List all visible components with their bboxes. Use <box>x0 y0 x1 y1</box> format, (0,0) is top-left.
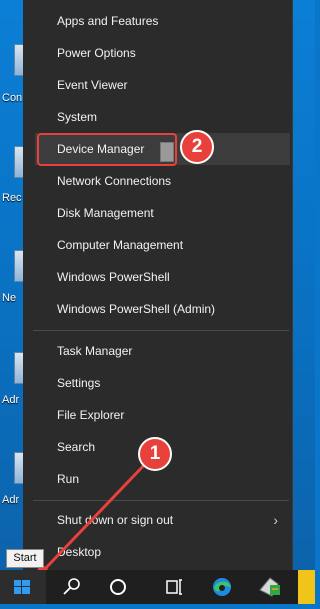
step-2-badge: 2 <box>180 130 214 164</box>
taskbar-search-button[interactable] <box>50 570 94 604</box>
cortana-button[interactable] <box>96 570 140 604</box>
search-icon <box>63 578 80 595</box>
task-view-icon <box>166 579 182 595</box>
start-tooltip: Start <box>6 549 44 568</box>
app-icon <box>259 577 280 597</box>
edge-icon <box>213 578 231 596</box>
annotation-arrow <box>34 459 150 582</box>
edge-taskbar-button[interactable] <box>200 570 244 604</box>
windows-start-icon <box>14 580 30 594</box>
step-1-badge: 1 <box>138 437 172 471</box>
app-taskbar-button[interactable] <box>250 570 290 604</box>
taskbar-app-edge[interactable] <box>298 570 315 604</box>
start-button[interactable] <box>0 570 46 604</box>
task-view-button[interactable] <box>152 570 196 604</box>
cortana-icon <box>110 579 126 595</box>
